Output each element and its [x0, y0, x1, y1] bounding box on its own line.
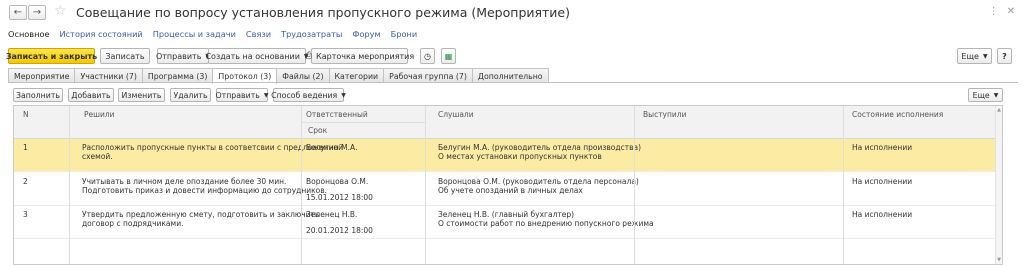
col-deadline[interactable]: Срок: [308, 126, 327, 135]
form-navigation: Основное История состояний Процессы и за…: [8, 29, 417, 39]
chevron-down-icon: ▼: [341, 91, 346, 99]
heard-text: О местах установки пропускных пунктов: [438, 152, 602, 161]
create-based-button[interactable]: Создать на основании ▼: [205, 48, 309, 64]
window-title: Совещание по вопросу установления пропус…: [76, 5, 570, 20]
printer-icon: ⎙: [304, 51, 313, 61]
protocol-send-label: Отправить: [215, 90, 260, 100]
tab-files[interactable]: Файлы (2): [276, 68, 330, 83]
add-button[interactable]: Добавить: [68, 88, 114, 102]
decision-text: Расположить пропускные пункты в соответс…: [82, 143, 343, 152]
save-button[interactable]: Записать: [100, 48, 150, 64]
title-bar: ← → ☆ Совещание по вопросу установления …: [0, 0, 1023, 28]
event-card-label: Карточка мероприятия: [316, 51, 415, 61]
column-divider: [843, 106, 844, 264]
responsible-text: Белугин М.А.: [306, 143, 358, 152]
back-arrow-icon[interactable]: ←: [9, 5, 27, 20]
nav-links[interactable]: Связи: [246, 29, 271, 39]
protocol-send-button[interactable]: Отправить ▼: [216, 88, 268, 102]
col-spoke[interactable]: Выступили: [643, 110, 686, 119]
history-icon[interactable]: ◷: [420, 48, 435, 64]
col-decisions[interactable]: Решили: [84, 110, 115, 119]
tab-categories[interactable]: Категории: [328, 68, 385, 83]
decision-text: Подготовить приказ и довести информацию …: [82, 186, 328, 195]
export-icon[interactable]: ▦: [441, 48, 456, 64]
protocol-more-label: Еще: [972, 90, 990, 100]
close-icon[interactable]: ✕: [1007, 6, 1015, 17]
more-label: Еще: [961, 51, 979, 61]
heard-text: О стоимости работ по внедрению попускног…: [438, 219, 654, 228]
col-n[interactable]: N: [23, 110, 29, 119]
column-divider: [69, 106, 70, 264]
favorite-star-icon[interactable]: ☆: [54, 3, 67, 19]
table-header: N Решили Ответственный Срок Слушали Выст…: [14, 106, 1002, 139]
decision-text: договор с подрядчиками.: [82, 219, 184, 228]
tab-bar: Мероприятие Участники (7) Программа (3) …: [8, 68, 549, 84]
status-text: На исполнении: [852, 177, 913, 186]
table-row[interactable]: 2 Учитывать в личном деле опоздание боле…: [14, 173, 1002, 206]
method-label: Способ ведения: [271, 90, 338, 100]
event-card-button[interactable]: ⎙ Карточка мероприятия: [305, 48, 414, 64]
tab-program[interactable]: Программа (3): [141, 68, 214, 83]
nav-bookings[interactable]: Брони: [391, 29, 418, 39]
column-divider: [634, 106, 635, 264]
col-heard[interactable]: Слушали: [438, 110, 474, 119]
nav-labor[interactable]: Трудозатраты: [281, 29, 342, 39]
tab-additional[interactable]: Дополнительно: [471, 68, 549, 83]
nav-forum[interactable]: Форум: [352, 29, 380, 39]
forward-arrow-icon[interactable]: →: [28, 5, 46, 20]
delete-button[interactable]: Удалить: [170, 88, 211, 102]
col-status[interactable]: Состояние исполнения: [852, 110, 943, 119]
tab-participants[interactable]: Участники (7): [74, 68, 143, 83]
send-label: Отправить: [155, 51, 202, 61]
row-number: 2: [23, 177, 28, 186]
main-toolbar: Записать и закрыть Записать Отправить▼ С…: [6, 48, 1018, 65]
header-divider: [301, 122, 425, 123]
tab-divider: [8, 82, 1018, 83]
table-row[interactable]: 1 Расположить пропускные пункты в соотве…: [14, 139, 1002, 172]
protocol-table: N Решили Ответственный Срок Слушали Выст…: [13, 105, 1003, 265]
scroll-up-icon[interactable]: ▲: [996, 107, 1002, 113]
responsible-text: Воронцова О.М.: [306, 177, 369, 186]
status-text: На исполнении: [852, 210, 913, 219]
chevron-down-icon: ▼: [982, 52, 988, 60]
vertical-scrollbar[interactable]: ▲ ▼: [995, 106, 1002, 264]
create-based-label: Создать на основании: [205, 51, 300, 61]
chevron-down-icon: ▼: [263, 91, 269, 99]
fill-button[interactable]: Заполнить: [13, 88, 63, 102]
method-button[interactable]: Способ ведения ▼: [271, 88, 346, 102]
link-icon[interactable]: ⋮: [989, 6, 999, 17]
row-number: 1: [23, 143, 28, 152]
row-number: 3: [23, 210, 28, 219]
nav-main[interactable]: Основное: [8, 29, 50, 39]
tab-event[interactable]: Мероприятие: [8, 68, 76, 83]
chevron-down-icon: ▼: [993, 91, 999, 99]
tab-workgroup[interactable]: Рабочая группа (7): [383, 68, 473, 83]
deadline-text: 15.01.2012 18:00: [306, 193, 373, 202]
deadline-text: 20.01.2012 18:00: [306, 226, 373, 235]
window-controls: ⋮ ✕: [989, 6, 1015, 17]
scroll-down-icon[interactable]: ▼: [996, 257, 1002, 263]
more-button[interactable]: Еще ▼: [957, 48, 992, 64]
protocol-more-button[interactable]: Еще ▼: [968, 88, 1003, 102]
responsible-text: Зеленец Н.В.: [306, 210, 358, 219]
send-button[interactable]: Отправить▼: [155, 48, 210, 64]
heard-text: Об учете опозданий в личных делах: [438, 186, 583, 195]
table-row[interactable]: 3 Утвердить предложенную смету, подготов…: [14, 206, 1002, 239]
col-responsible[interactable]: Ответственный: [306, 110, 368, 119]
column-divider: [301, 106, 302, 264]
nav-history[interactable]: История состояний: [60, 29, 143, 39]
status-text: На исполнении: [852, 143, 913, 152]
column-divider: [425, 106, 426, 264]
protocol-toolbar: Заполнить Добавить Изменить Удалить Отпр…: [13, 88, 1013, 103]
help-icon[interactable]: ?: [997, 48, 1012, 64]
save-close-button[interactable]: Записать и закрыть: [6, 48, 97, 64]
nav-processes[interactable]: Процессы и задачи: [153, 29, 236, 39]
edit-button[interactable]: Изменить: [118, 88, 165, 102]
decision-text: схемой.: [82, 152, 113, 161]
